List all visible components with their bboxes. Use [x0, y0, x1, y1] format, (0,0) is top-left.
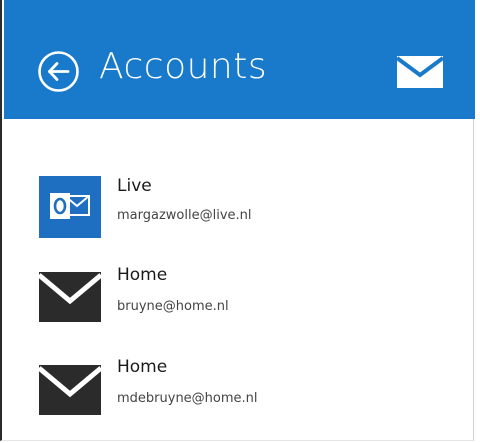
account-name: Live: [117, 176, 152, 196]
header-bar: Accounts: [4, 0, 475, 119]
app-window: Accounts Live margazwolle@live.nl Home b…: [0, 0, 475, 441]
account-item-home-1[interactable]: Home bruyne@home.nl: [2, 265, 474, 345]
account-name: Home: [117, 357, 168, 377]
mail-button[interactable]: [395, 55, 445, 89]
envelope-icon: [395, 56, 445, 88]
back-arrow-circle-icon: [38, 51, 79, 92]
account-item-home-2[interactable]: Home mdebruyne@home.nl: [2, 357, 474, 437]
account-email: margazwolle@live.nl: [117, 208, 252, 223]
account-email: bruyne@home.nl: [117, 299, 229, 314]
envelope-icon: [37, 272, 103, 334]
back-button[interactable]: [37, 50, 80, 93]
page-title: Accounts: [99, 46, 268, 87]
envelope-icon: [37, 365, 103, 427]
outlook-icon: [39, 176, 101, 238]
account-item-live[interactable]: Live margazwolle@live.nl: [2, 172, 474, 252]
account-name: Home: [117, 265, 168, 285]
account-email: mdebruyne@home.nl: [117, 391, 258, 406]
